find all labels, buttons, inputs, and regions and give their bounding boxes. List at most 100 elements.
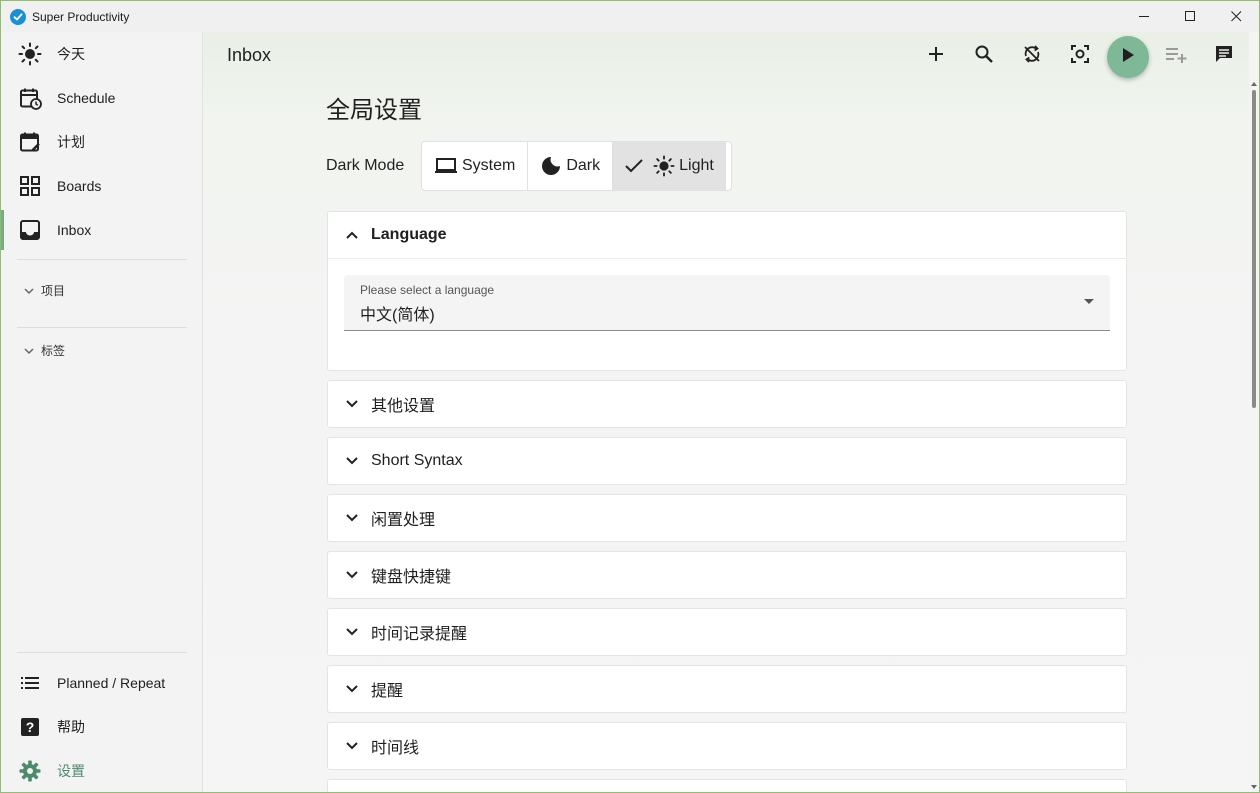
panel-title: Short Syntax bbox=[371, 452, 463, 469]
panel-title: 时间线 bbox=[371, 740, 420, 757]
sidebar-item-label: Inbox bbox=[57, 222, 92, 238]
chevron-down-icon bbox=[23, 344, 37, 358]
main-scrollbar[interactable] bbox=[1249, 32, 1259, 792]
language-select[interactable]: Please select a language 中文(简体) bbox=[344, 275, 1110, 331]
sidebar-divider bbox=[17, 327, 187, 328]
main-content: Inbox 全局设置 Dark Mode System Dark Light L… bbox=[203, 32, 1250, 792]
chevron-down-icon bbox=[23, 284, 37, 298]
chevron-down-icon bbox=[344, 738, 360, 754]
calendar-edit-icon bbox=[18, 130, 42, 154]
checkmark-icon bbox=[625, 159, 643, 173]
sidebar-item-settings[interactable]: 设置 bbox=[1, 751, 202, 791]
panel-header[interactable]: 键盘快捷键 bbox=[328, 552, 1126, 598]
sidebar-item-schedule[interactable]: Schedule bbox=[1, 78, 202, 118]
sidebar-item-help[interactable]: ? 帮助 bbox=[1, 707, 202, 747]
sidebar-item-inbox[interactable]: Inbox bbox=[1, 210, 202, 250]
add-to-list-button[interactable] bbox=[1160, 40, 1192, 72]
sidebar-divider bbox=[17, 259, 187, 260]
panel-header[interactable]: 闲置处理 bbox=[328, 495, 1126, 541]
sidebar-section-projects[interactable]: 项目 bbox=[23, 282, 65, 299]
settings-panel-shortcuts: 键盘快捷键 bbox=[327, 551, 1127, 599]
grid-icon bbox=[18, 174, 42, 198]
laptop-icon bbox=[434, 156, 458, 176]
sidebar-divider bbox=[17, 652, 187, 653]
page-context-title: Inbox bbox=[227, 45, 272, 65]
add-task-button[interactable] bbox=[920, 40, 952, 72]
search-button[interactable] bbox=[968, 40, 1000, 72]
panel-title: 其他设置 bbox=[371, 398, 436, 415]
add-to-list-icon bbox=[1165, 44, 1187, 69]
sun-icon bbox=[653, 155, 675, 177]
sidebar-item-plan[interactable]: 计划 bbox=[1, 122, 202, 162]
svg-text:?: ? bbox=[26, 719, 35, 735]
chevron-down-icon bbox=[344, 510, 360, 526]
title-bar: Super Productivity bbox=[1, 1, 1259, 32]
sidebar-item-boards[interactable]: Boards bbox=[1, 166, 202, 206]
dark-mode-option-light[interactable]: Light bbox=[613, 142, 726, 190]
focus-icon bbox=[1070, 44, 1090, 69]
sync-off-icon bbox=[1022, 44, 1042, 69]
select-value: 中文(简体) bbox=[360, 307, 435, 324]
dark-mode-option-system[interactable]: System bbox=[422, 142, 529, 190]
play-icon bbox=[1121, 47, 1135, 68]
panel-header[interactable]: Short Syntax bbox=[328, 438, 1126, 484]
minimize-button[interactable] bbox=[1121, 1, 1167, 32]
add-icon bbox=[926, 44, 946, 69]
panel-title: Language bbox=[371, 226, 447, 243]
scrollbar-thumb[interactable] bbox=[1252, 90, 1256, 408]
page-title: 全局设置 bbox=[326, 97, 422, 124]
app-logo-icon bbox=[10, 8, 26, 25]
window-controls bbox=[1121, 1, 1259, 32]
settings-panel-time-tracking: 时间记录提醒 bbox=[327, 608, 1127, 656]
focus-mode-button[interactable] bbox=[1064, 40, 1096, 72]
panel-title: 提醒 bbox=[371, 683, 404, 700]
sun-icon bbox=[18, 42, 42, 66]
panel-header[interactable]: 时间记录提醒 bbox=[328, 609, 1126, 655]
sidebar-item-label: Boards bbox=[57, 178, 102, 194]
sidebar-item-label: 今天 bbox=[57, 46, 85, 62]
settings-panel-idle: 闲置处理 bbox=[327, 494, 1127, 542]
select-placeholder: Please select a language bbox=[360, 283, 495, 297]
window-title: Super Productivity bbox=[32, 9, 130, 24]
sidebar-section-tags[interactable]: 标签 bbox=[23, 342, 65, 359]
moon-icon bbox=[540, 155, 562, 177]
panel-header[interactable]: 提醒 bbox=[328, 666, 1126, 712]
panel-header[interactable]: 其他设置 bbox=[328, 381, 1126, 427]
notes-button[interactable] bbox=[1208, 40, 1240, 72]
settings-panel-reminders: 提醒 bbox=[327, 665, 1127, 713]
inbox-icon bbox=[18, 218, 42, 242]
dropdown-arrow-icon bbox=[1084, 299, 1094, 304]
chevron-down-icon bbox=[344, 453, 360, 469]
option-label: Dark bbox=[566, 157, 601, 174]
panel-header[interactable]: 时间线 bbox=[328, 723, 1126, 769]
list-icon bbox=[18, 671, 42, 695]
maximize-button[interactable] bbox=[1167, 1, 1213, 32]
help-icon: ? bbox=[18, 715, 42, 739]
scroll-up-arrow-icon[interactable] bbox=[1251, 82, 1257, 86]
close-window-button[interactable] bbox=[1213, 1, 1259, 32]
scroll-down-arrow-icon[interactable] bbox=[1251, 785, 1257, 789]
chevron-down-icon bbox=[344, 396, 360, 412]
chevron-down-icon bbox=[344, 624, 360, 640]
sidebar-item-label: 设置 bbox=[57, 763, 85, 779]
dark-mode-option-dark[interactable]: Dark bbox=[528, 142, 614, 190]
dark-mode-label: Dark Mode bbox=[326, 157, 405, 174]
sync-button[interactable] bbox=[1016, 40, 1048, 72]
sidebar-item-today[interactable]: 今天 bbox=[1, 34, 202, 74]
settings-panel-language: Language Please select a language 中文(简体) bbox=[327, 211, 1127, 371]
settings-panel-partial bbox=[327, 779, 1127, 792]
section-label: 标签 bbox=[41, 344, 66, 358]
panel-title: 时间记录提醒 bbox=[371, 626, 468, 643]
settings-panel-misc: 其他设置 bbox=[327, 380, 1127, 428]
gear-icon bbox=[18, 759, 42, 783]
sidebar-item-label: 计划 bbox=[57, 134, 85, 150]
chevron-down-icon bbox=[344, 681, 360, 697]
app-window: Super Productivity 今天 Schedule 计划 Boards… bbox=[0, 0, 1260, 793]
sidebar-item-planned-repeat[interactable]: Planned / Repeat bbox=[1, 663, 202, 703]
sidebar: 今天 Schedule 计划 Boards Inbox 项目 标签 Planne… bbox=[1, 32, 203, 792]
chevron-down-icon bbox=[344, 567, 360, 583]
dark-mode-toggle-group: System Dark Light bbox=[421, 141, 732, 191]
start-tracking-button[interactable] bbox=[1107, 36, 1149, 78]
panel-header[interactable]: Language bbox=[328, 212, 1126, 258]
option-label: System bbox=[462, 157, 516, 174]
